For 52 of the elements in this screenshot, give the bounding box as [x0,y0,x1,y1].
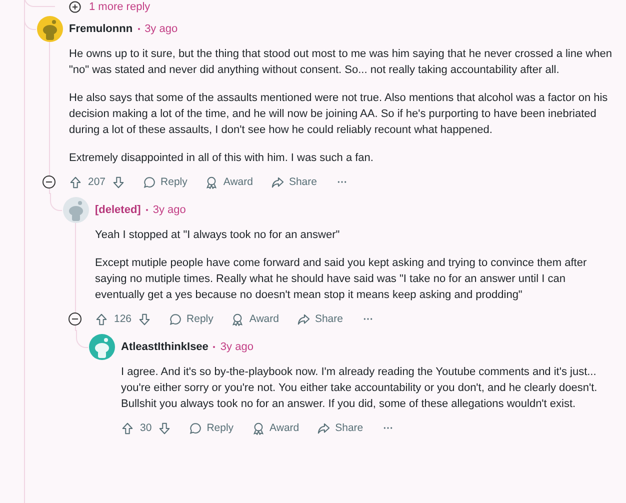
share-button[interactable]: Share [317,422,364,434]
comment-text: He also says that some of the assaults mentioned were not true. Also mentions that alcohol was a factor on his decision making a lot of the time, and he will now be joining AA. So if he's purporting to have been inebriated during a lot of these assaults, I don't see how he could reliably recount what happened. [69,91,609,138]
share-button[interactable]: Share [296,312,343,326]
award-icon [252,422,265,434]
username[interactable]: Fremulonnn [69,23,133,35]
downvote-icon[interactable] [158,422,171,434]
downvote-icon[interactable] [112,176,125,188]
separator-dot [146,209,148,211]
award-icon [231,312,244,326]
reply-icon [142,176,156,188]
more-options-icon[interactable] [383,426,394,430]
vote-count: 207 [88,176,106,188]
reply-button[interactable]: Reply [188,422,234,434]
award-button[interactable]: Award [231,312,279,326]
downvote-icon[interactable] [138,312,151,326]
comment-text: Extremely disappointed in all of this with him. I was such a fan. [69,151,374,166]
share-icon [317,422,330,434]
award-button[interactable]: Award [205,176,253,188]
comment-text: Yeah I stopped at "I always took no for an answer" [95,228,341,243]
reply-button[interactable]: Reply [168,312,214,326]
share-icon [270,176,284,188]
collapse-icon[interactable] [68,312,82,326]
more-options-icon[interactable] [337,180,347,184]
share-icon [296,312,310,326]
upvote-icon[interactable] [121,422,134,434]
reply-button[interactable]: Reply [142,176,188,188]
upvote-icon[interactable] [69,176,82,188]
timestamp: 3y ago [220,341,254,353]
separator-dot [138,28,140,30]
timestamp: 3y ago [144,23,178,35]
award-button[interactable]: Award [252,422,300,434]
comment-text: Except mutiple people have come forward and said you kept asking and trying to convince them after saying no mutiple times. Really what he should have said was "I take no for an answer until I can eventually get a yes because no doesn't mean stop it means keep asking and prodding" [95,256,588,303]
comment-text: He owns up to it sure, but the thing that stood out most to me was him saying that he never crossed a line when "no" was stated and never did anything without consent. So... not really taking accountability after all. [69,47,613,78]
vote-count: 30 [140,422,152,434]
upvote-icon[interactable] [95,312,108,326]
reply-icon [168,312,182,326]
more-options-icon[interactable] [363,317,373,321]
reply-icon [188,422,202,434]
avatar-icon[interactable] [37,16,63,42]
thread-connector [76,330,88,348]
more-replies-link[interactable]: 1 more reply [89,0,150,12]
award-icon [205,176,218,188]
share-button[interactable]: Share [270,176,317,188]
thread-connector [50,193,62,211]
comment-text: I agree. And it's so by-the-playbook now. I'm already reading the Youtube comments and it's just... you're either sorry or you're not. You either take accountability or you don't, and he clearly doesn't. Bullshit you always took no for an answer. If you did, some of these allegations wouldn't exist. [121,365,598,412]
separator-dot [213,346,216,348]
timestamp: 3y ago [152,204,186,216]
plus-circle-icon[interactable] [69,0,81,12]
username[interactable]: [deleted] [95,204,141,216]
vote-count: 126 [114,313,132,325]
collapse-icon[interactable] [42,175,56,189]
username[interactable]: AtleastIthinkIsee [121,341,208,353]
